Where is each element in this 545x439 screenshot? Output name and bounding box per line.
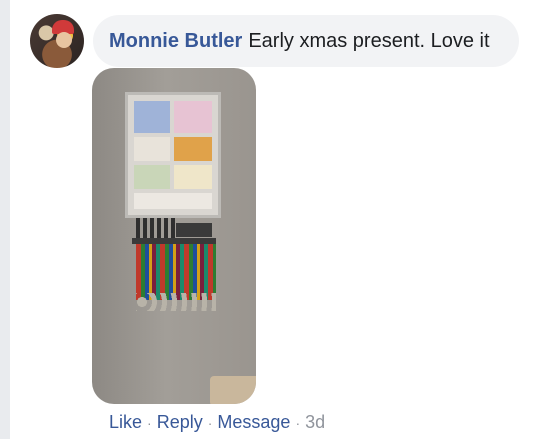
photo-rack-sign xyxy=(176,223,212,237)
comment-actions: Like · Reply · Message · 3d xyxy=(109,412,325,433)
reply-link[interactable]: Reply xyxy=(157,412,203,433)
separator-dot: · xyxy=(295,414,301,431)
photo-runner-figures xyxy=(136,218,176,238)
comment-author[interactable]: Monnie Butler xyxy=(109,30,242,53)
photo-wall-frame xyxy=(128,95,218,215)
photo-medals xyxy=(136,293,216,311)
comment-timestamp[interactable]: 3d xyxy=(305,412,325,433)
avatar[interactable] xyxy=(30,14,84,68)
separator-dot: · xyxy=(147,414,152,431)
like-link[interactable]: Like xyxy=(109,412,142,433)
comment-bubble: Monnie Butler Early xmas present. Love i… xyxy=(93,15,519,67)
comment-text: Early xmas present. Love it xyxy=(248,29,490,52)
comment-photo[interactable] xyxy=(92,68,256,404)
comment-view: Monnie Butler Early xmas present. Love i… xyxy=(0,0,545,439)
separator-dot: · xyxy=(207,414,213,431)
photo-chair xyxy=(210,376,256,404)
left-rail xyxy=(0,0,10,439)
avatar-face xyxy=(56,32,72,48)
photo-medal-ribbons xyxy=(136,244,216,300)
message-link[interactable]: Message xyxy=(217,412,290,433)
